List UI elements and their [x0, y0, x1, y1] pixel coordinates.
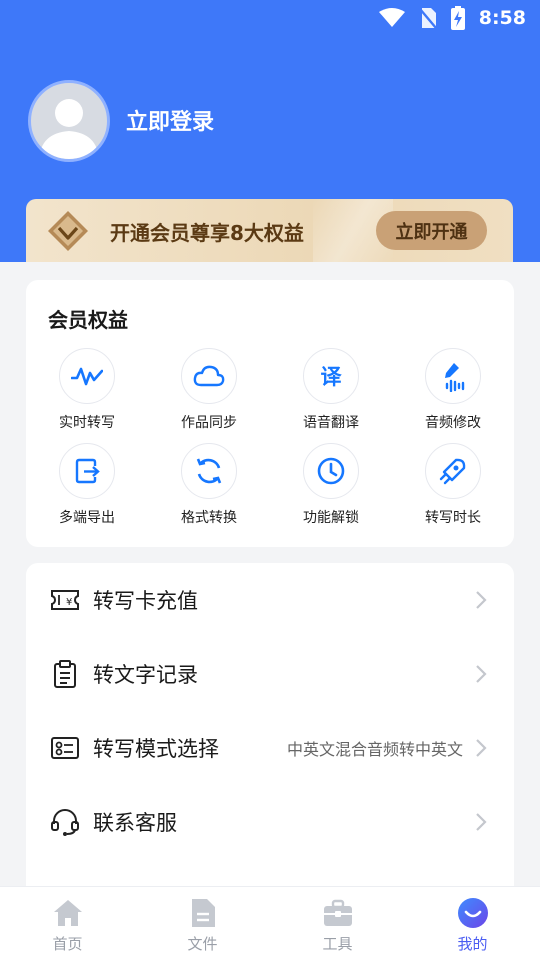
login-link[interactable]: 立即登录	[126, 104, 214, 136]
waveform-icon	[71, 367, 103, 386]
menu-item-transcription-mode[interactable]: 转写模式选择 中英文混合音频转中英文	[26, 711, 514, 785]
benefit-realtime-transcription[interactable]: 实时转写	[37, 348, 137, 432]
menu-label: 转文字记录	[93, 663, 198, 687]
chevron-right-icon	[476, 739, 487, 757]
benefit-icon-circle: 译	[303, 348, 359, 404]
convert-icon	[196, 458, 222, 484]
benefit-label: 作品同步	[181, 415, 237, 431]
menu-item-transcript-records[interactable]: 转文字记录	[26, 637, 514, 711]
benefit-format-convert[interactable]: 格式转换	[159, 443, 259, 527]
benefit-icon-circle	[303, 443, 359, 499]
tab-label: 文件	[187, 935, 218, 953]
benefit-label: 功能解锁	[303, 510, 359, 526]
default-user-avatar-icon	[39, 99, 99, 159]
status-bar: 8:58	[378, 4, 526, 32]
clipboard-icon	[50, 659, 80, 689]
translate-icon: 译	[320, 365, 342, 389]
benefit-icon-circle	[425, 348, 481, 404]
vip-promo-text: 开通会员尊享8大权益	[110, 221, 304, 245]
tab-label: 我的	[457, 935, 488, 953]
open-vip-button[interactable]: 立即开通	[376, 211, 487, 250]
smile-icon	[457, 897, 489, 929]
tab-label: 首页	[52, 935, 83, 953]
audio-edit-icon	[445, 363, 465, 392]
benefit-icon-circle	[59, 443, 115, 499]
benefits-card: 会员权益 实时转写 作品同步 译 语音翻译 音频修改 多端导出 格式转换 功能解…	[26, 280, 514, 547]
tab-tools[interactable]: 工具	[270, 887, 405, 960]
benefit-work-sync[interactable]: 作品同步	[159, 348, 259, 432]
menu-item-recharge[interactable]: ¥ 转写卡充值	[26, 563, 514, 637]
benefit-label: 多端导出	[59, 510, 115, 526]
battery-charging-icon	[450, 6, 465, 30]
toolbox-icon	[322, 897, 354, 929]
menu-label: 转写模式选择	[93, 737, 219, 761]
benefit-label: 转写时长	[425, 510, 481, 526]
benefit-label: 音频修改	[425, 415, 481, 431]
diamond-crown-icon	[48, 211, 88, 251]
tab-files[interactable]: 文件	[135, 887, 270, 960]
benefit-icon-circle	[181, 348, 237, 404]
benefit-icon-circle	[181, 443, 237, 499]
chevron-right-icon	[476, 665, 487, 683]
headset-icon	[50, 807, 80, 837]
ticket-icon: ¥	[50, 585, 80, 615]
benefit-feature-unlock[interactable]: 功能解锁	[281, 443, 381, 527]
benefit-multi-export[interactable]: 多端导出	[37, 443, 137, 527]
svg-text:¥: ¥	[66, 597, 72, 608]
export-icon	[75, 458, 100, 484]
avatar[interactable]	[28, 80, 110, 162]
benefit-icon-circle	[425, 443, 481, 499]
rocket-icon	[439, 458, 466, 485]
benefit-audio-edit[interactable]: 音频修改	[403, 348, 503, 432]
benefit-voice-translation[interactable]: 译 语音翻译	[281, 348, 381, 432]
benefit-icon-circle	[59, 348, 115, 404]
profile-header: 8:58 立即登录 开通会员尊享8大权益 立即开通	[0, 0, 540, 262]
benefits-title: 会员权益	[48, 308, 128, 332]
chevron-right-icon	[476, 813, 487, 831]
no-sim-icon	[418, 8, 437, 29]
transcription-mode-value: 中英文混合音频转中英文	[286, 740, 463, 759]
mode-select-icon	[50, 733, 80, 763]
home-icon	[52, 897, 84, 929]
benefit-label: 语音翻译	[303, 415, 359, 431]
settings-menu-card: ¥ 转写卡充值 转文字记录 转写模式选择 中英文混合音频转中英文 联系客服	[26, 563, 514, 903]
status-time: 8:58	[478, 7, 526, 29]
vip-banner[interactable]: 开通会员尊享8大权益 立即开通	[26, 199, 513, 262]
benefit-label: 实时转写	[59, 415, 115, 431]
tab-label: 工具	[322, 935, 353, 953]
menu-label: 转写卡充值	[93, 589, 198, 613]
cloud-icon	[193, 365, 225, 387]
clock-icon	[317, 457, 345, 485]
menu-label: 联系客服	[93, 811, 177, 835]
menu-item-customer-service[interactable]: 联系客服	[26, 785, 514, 859]
benefit-label: 格式转换	[181, 510, 237, 526]
tab-mine[interactable]: 我的	[405, 887, 540, 960]
tab-home[interactable]: 首页	[0, 887, 135, 960]
wifi-icon	[378, 8, 405, 27]
bottom-tab-bar: 首页 文件 工具 我的	[0, 886, 540, 960]
chevron-right-icon	[476, 591, 487, 609]
file-icon	[187, 897, 219, 929]
benefit-transcription-duration[interactable]: 转写时长	[403, 443, 503, 527]
